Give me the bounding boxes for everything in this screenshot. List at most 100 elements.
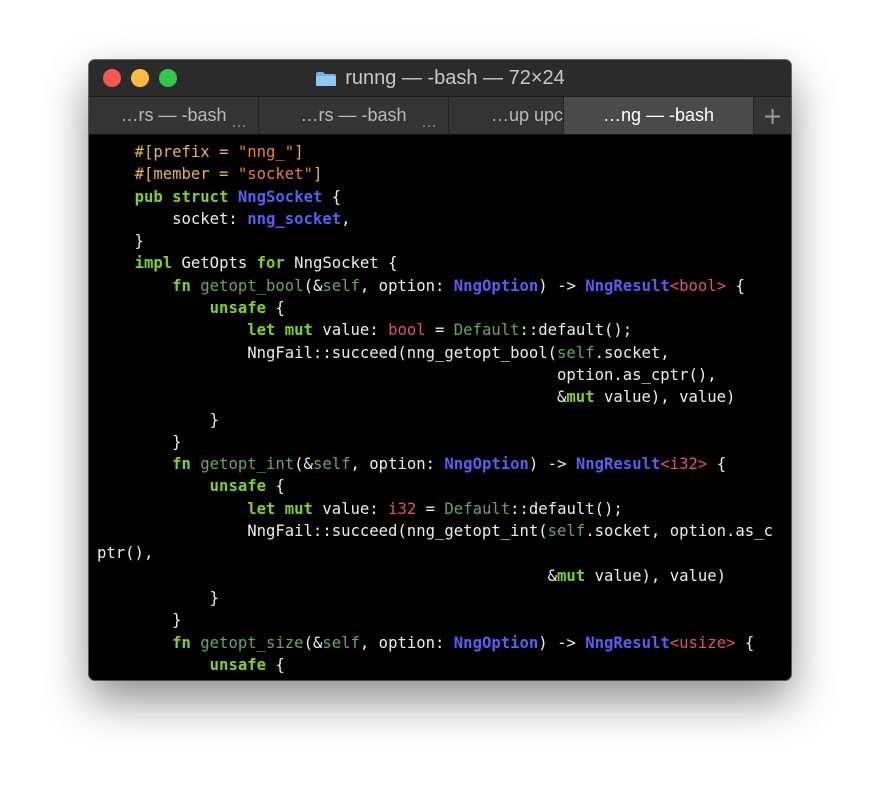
code-token: NngResult xyxy=(585,633,670,652)
code-token: i32 xyxy=(388,499,417,518)
code-token: > xyxy=(716,276,727,295)
code-token: bool xyxy=(388,321,426,340)
code-token: .socket, option.as_c xyxy=(585,522,773,541)
code-token: } xyxy=(97,410,220,429)
code-token: i32 xyxy=(669,455,698,474)
title-bar: runng — -bash — 72×24 xyxy=(89,60,791,97)
code-token: ) -> xyxy=(538,633,586,652)
code-token: self xyxy=(322,276,360,295)
terminal-output[interactable]: #[prefix = "nng_"] #[member = "socket"] … xyxy=(89,135,791,676)
terminal-line: NngFail::succeed(nng_getopt_bool(self.so… xyxy=(97,342,791,364)
code-token: (& xyxy=(294,455,313,474)
code-token: > xyxy=(697,455,708,474)
code-token: { xyxy=(322,187,342,206)
code-token: self xyxy=(322,633,360,652)
code-token: < xyxy=(669,276,680,295)
code-token: value: xyxy=(312,499,389,518)
terminal-line: fn getopt_size(&self, option: NngOption)… xyxy=(97,632,791,654)
tab-busy-indicator: … xyxy=(421,114,438,131)
code-token: usize xyxy=(679,633,727,652)
tab-2[interactable]: …rs — -bash … xyxy=(259,97,449,134)
terminal-line: option.as_cptr(), xyxy=(97,364,791,386)
code-token: , xyxy=(341,209,351,228)
terminal-line: pub struct NngSocket { xyxy=(97,186,791,208)
terminal-line: socket: nng_socket, xyxy=(97,208,791,230)
code-token: NngOption xyxy=(453,633,539,652)
tab-label: …ng — -bash xyxy=(602,105,715,125)
terminal-line: } xyxy=(97,230,791,252)
tab-bar: …rs — -bash … …rs — -bash … …up upc …ng … xyxy=(89,97,791,135)
tab-3[interactable]: …up upc xyxy=(449,97,564,134)
code-token: { xyxy=(266,477,285,496)
terminal-window: runng — -bash — 72×24 …rs — -bash … …rs … xyxy=(89,60,791,680)
terminal-line: &mut value), value) xyxy=(97,386,791,408)
code-token: struct xyxy=(172,187,229,206)
code-token: NngFail::succeed(nng_getopt_bool( xyxy=(97,343,558,362)
code-token: ) -> xyxy=(538,276,586,295)
code-token: & xyxy=(97,388,567,407)
code-token: pub xyxy=(134,187,163,206)
code-token: value), value) xyxy=(594,388,736,407)
terminal-line: #[member = "socket"] xyxy=(97,163,791,185)
terminal-line: ptr(), xyxy=(97,542,791,564)
code-token: mut xyxy=(284,499,313,518)
code-token: option.as_cptr(), xyxy=(97,365,717,384)
terminal-line: } xyxy=(97,609,791,631)
code-token: (& xyxy=(303,276,323,295)
code-token: getopt_size xyxy=(200,633,304,652)
code-token: nng_socket xyxy=(247,209,342,228)
terminal-line: } xyxy=(97,409,791,431)
code-token: NngResult xyxy=(585,276,670,295)
code-token: value: xyxy=(312,321,389,340)
code-token: NngSocket xyxy=(237,187,323,206)
terminal-line: } xyxy=(97,587,791,609)
plus-icon: + xyxy=(762,101,783,130)
terminal-line: unsafe { xyxy=(97,297,791,319)
terminal-line: let mut value: bool = Default::default()… xyxy=(97,319,791,341)
tab-busy-indicator: … xyxy=(231,114,248,131)
code-token: fn xyxy=(172,455,191,474)
code-token: } xyxy=(97,432,182,451)
code-token: { xyxy=(735,633,755,652)
code-token: self xyxy=(547,522,586,541)
code-token: = xyxy=(425,321,454,340)
code-token: ::default(); xyxy=(519,321,633,340)
code-token: unsafe xyxy=(209,655,267,674)
code-token: GetOpts xyxy=(172,254,257,273)
code-token: mut xyxy=(566,388,595,407)
code-token: let xyxy=(247,499,276,518)
code-token: & xyxy=(97,566,558,585)
code-token: NngSocket { xyxy=(284,254,398,273)
code-token: bool xyxy=(679,276,717,295)
new-tab-button[interactable]: + xyxy=(754,97,791,134)
code-token: NngResult xyxy=(575,455,661,474)
code-token: , option: xyxy=(359,633,454,652)
code-token: { xyxy=(266,299,285,318)
code-token: ] xyxy=(312,165,323,184)
code-token: #[member = xyxy=(134,165,238,184)
tab-1[interactable]: …rs — -bash … xyxy=(89,97,259,134)
code-token: { xyxy=(266,655,285,674)
code-token: ] xyxy=(294,143,304,161)
tab-4-active[interactable]: …ng — -bash xyxy=(564,97,754,134)
terminal-line: let mut value: i32 = Default::default(); xyxy=(97,498,791,520)
code-token: "socket" xyxy=(237,165,313,184)
tab-label: …rs — -bash xyxy=(120,105,227,125)
code-token: fn xyxy=(172,276,191,295)
code-token: .socket, xyxy=(594,343,670,362)
code-token: for xyxy=(256,254,285,273)
code-token: , option: xyxy=(350,455,445,474)
